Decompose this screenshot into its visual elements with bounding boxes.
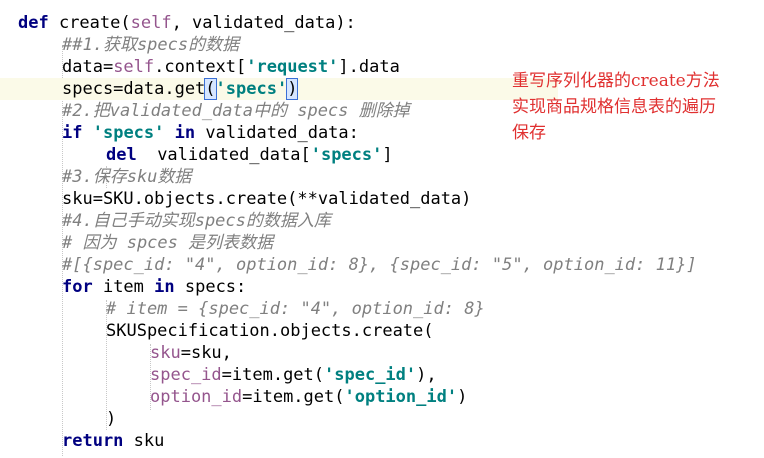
code-text: ].data — [338, 57, 400, 77]
string-literal: 'option_id' — [344, 387, 458, 407]
string-literal: 'spec_id' — [324, 365, 417, 385]
keyword: def — [18, 13, 49, 33]
annotation-line: 重写序列化器的create方法 — [512, 71, 720, 91]
code-text: =item.get( — [221, 365, 325, 385]
code-line-20[interactable]: return sku — [0, 430, 764, 452]
comment: # 因为 spces 是列表数据 — [62, 233, 274, 253]
code-text: SKUSpecification.objects.create( — [106, 321, 434, 341]
code-line-8[interactable]: #3.保存sku数据 — [0, 166, 764, 188]
annotation-note: 重写序列化器的create方法 实现商品规格信息表的遍历 保存 — [512, 68, 764, 146]
code-text: validated_data: — [195, 123, 359, 143]
code-text: =sku, — [180, 343, 232, 363]
code-text: create( — [48, 13, 131, 33]
code-line-1[interactable]: def create(self, validated_data): — [0, 12, 764, 34]
keyword: if — [62, 123, 83, 143]
code-line-7[interactable]: del validated_data['specs'] — [0, 144, 764, 166]
keyword: del — [106, 145, 137, 165]
code-text: .context[ — [154, 57, 247, 77]
string-literal: 'specs' — [92, 123, 165, 143]
keyword-argument: spec_id — [150, 365, 222, 385]
code-line-2[interactable]: ##1.获取specs的数据 — [0, 34, 764, 56]
code-text: ) — [106, 409, 117, 429]
code-line-19[interactable]: ) — [0, 408, 764, 430]
string-literal: 'specs' — [215, 79, 288, 99]
code-line-4-current[interactable]: specs=data.get('specs') — [0, 78, 558, 100]
code-text: , validated_data): — [171, 13, 356, 33]
comment: #4.自己手动实现specs的数据入库 — [62, 211, 331, 231]
keyword-argument: option_id — [150, 387, 243, 407]
keyword: in — [154, 277, 175, 297]
code-line-10[interactable]: #4.自己手动实现specs的数据入库 — [0, 210, 764, 232]
code-text: validated_data[ — [136, 145, 311, 165]
code-line-11[interactable]: # 因为 spces 是列表数据 — [0, 232, 764, 254]
string-literal: 'specs' — [310, 145, 383, 165]
code-line-13[interactable]: for item in specs: — [0, 276, 764, 298]
code-text: ] — [382, 145, 393, 165]
comment: #3.保存sku数据 — [62, 167, 192, 187]
code-line-18[interactable]: option_id=item.get('option_id') — [0, 386, 764, 408]
code-text: =item.get( — [242, 387, 345, 407]
code-line-9[interactable]: sku=SKU.objects.create(**validated_data) — [0, 188, 764, 210]
matched-paren: ( — [204, 78, 217, 100]
code-line-12[interactable]: #[{spec_id: "4", option_id: 8}, {spec_id… — [0, 254, 764, 276]
code-editor-screenshot: def create(self, validated_data): ##1.获取… — [0, 0, 764, 458]
self-keyword: self — [113, 57, 155, 77]
code-text: sku=SKU.objects.create(**validated_data) — [62, 189, 472, 209]
code-line-16[interactable]: sku=sku, — [0, 342, 764, 364]
comment: ##1.获取specs的数据 — [62, 35, 240, 55]
code-text: ), — [416, 365, 437, 385]
comment: #[{spec_id: "4", option_id: 8}, {spec_id… — [62, 255, 697, 275]
string-literal: 'request' — [246, 57, 339, 77]
code-text: specs=data.get — [62, 79, 206, 99]
keyword: for — [62, 277, 93, 297]
code-text: data= — [62, 57, 114, 77]
code-line-14[interactable]: # item = {spec_id: "4", option_id: 8} — [0, 298, 764, 320]
code-text: item — [92, 277, 155, 297]
keyword-argument: sku — [150, 343, 181, 363]
keyword: return — [62, 431, 124, 451]
code-text: ) — [457, 387, 468, 407]
code-line-17[interactable]: spec_id=item.get('spec_id'), — [0, 364, 764, 386]
code-line-15[interactable]: SKUSpecification.objects.create( — [0, 320, 764, 342]
annotation-line: 实现商品规格信息表的遍历 — [512, 97, 716, 117]
matched-paren: ) — [286, 78, 299, 100]
self-keyword: self — [130, 13, 172, 33]
comment: #2.把validated_data中的 specs 删除掉 — [62, 101, 410, 121]
annotation-line: 保存 — [512, 123, 546, 143]
code-text: specs: — [174, 277, 247, 297]
keyword: in — [174, 123, 196, 143]
code-text: sku — [123, 431, 165, 451]
comment: # item = {spec_id: "4", option_id: 8} — [106, 299, 485, 319]
